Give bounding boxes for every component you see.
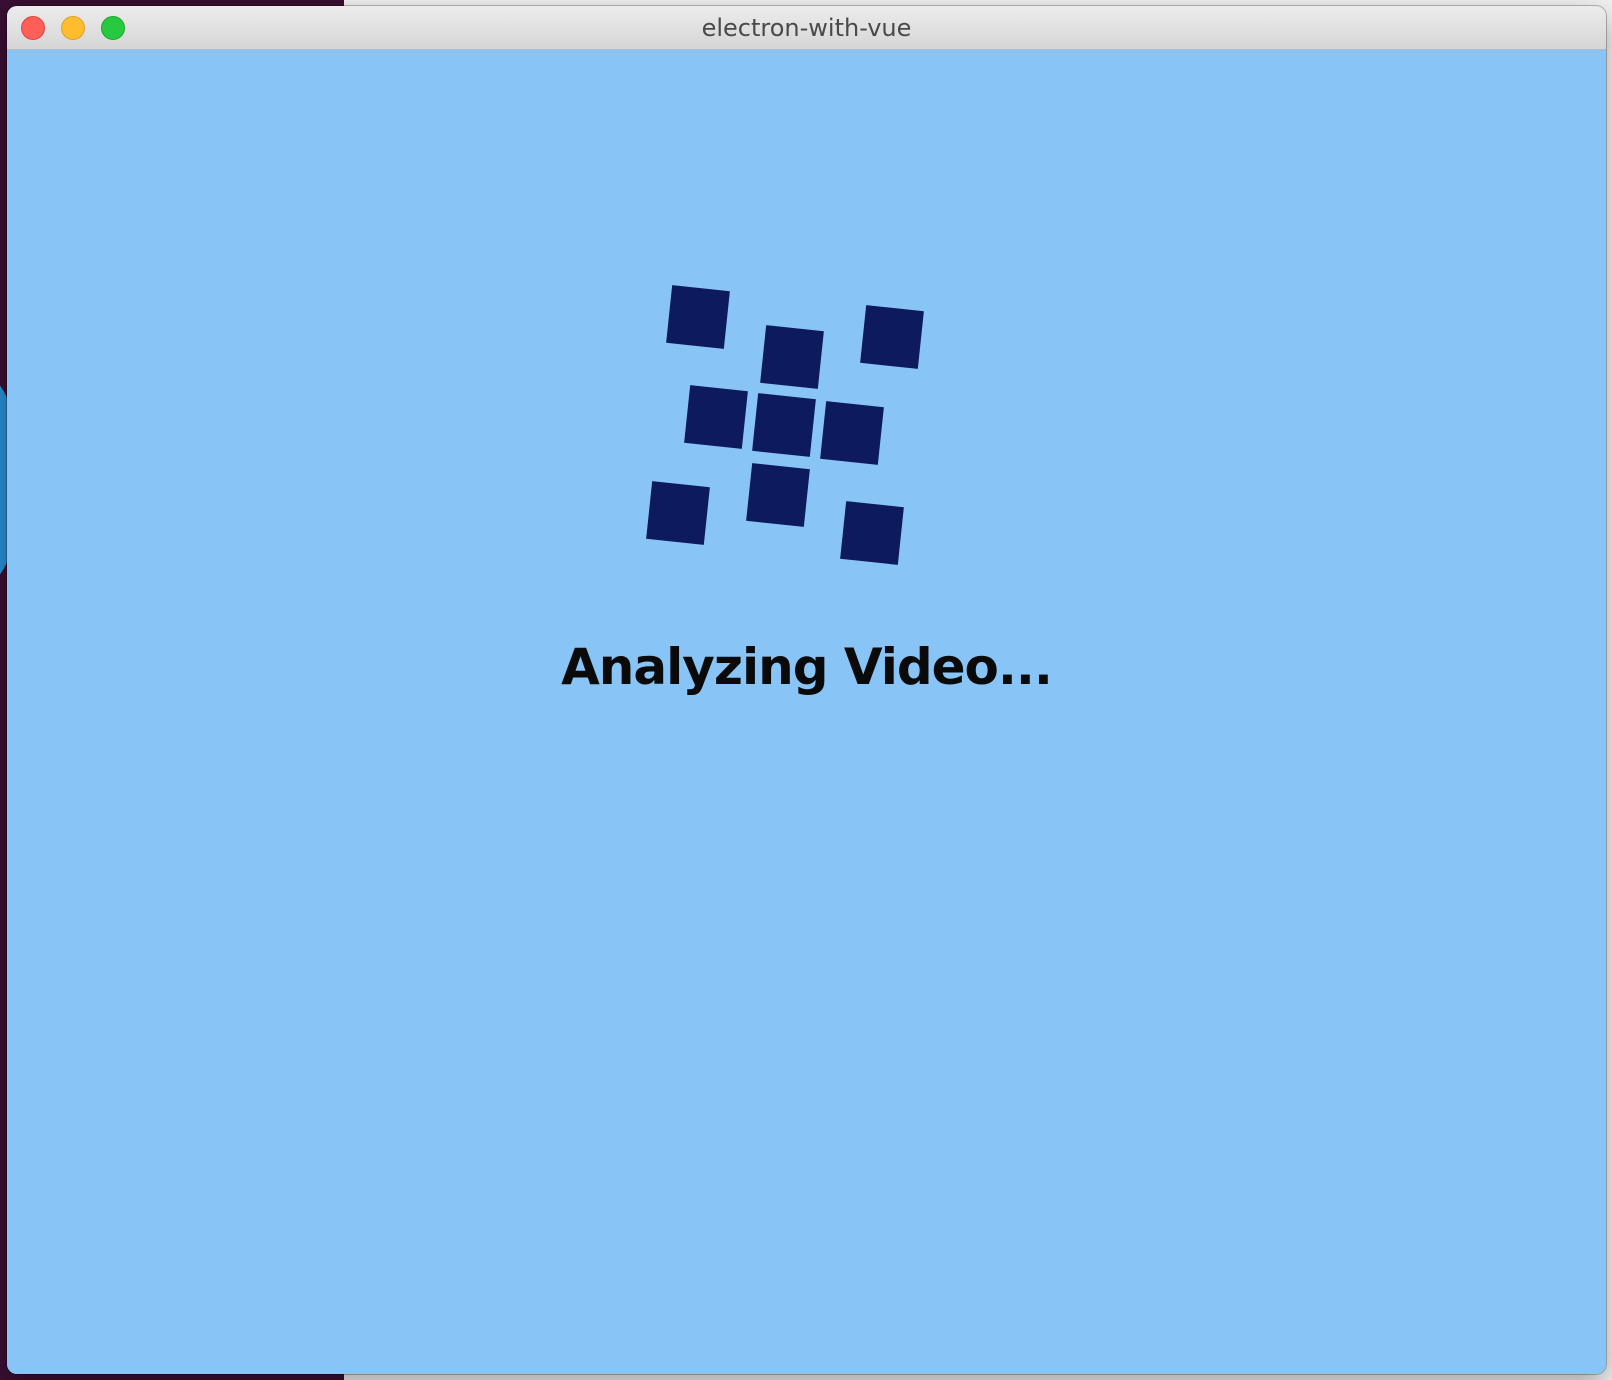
window-title: electron-with-vue xyxy=(701,14,912,42)
loader-cube xyxy=(646,481,710,545)
loader-cube xyxy=(746,463,810,527)
loader-cube xyxy=(684,385,748,449)
loader-cube xyxy=(820,401,884,465)
main-content: Analyzing Video... xyxy=(7,50,1606,1374)
title-bar[interactable]: electron-with-vue xyxy=(7,6,1606,50)
loader-cube xyxy=(752,393,816,457)
loader-cube xyxy=(760,325,824,389)
loader-cube xyxy=(666,285,730,349)
grid-cube-loader-icon xyxy=(607,230,967,590)
loader-cube xyxy=(840,501,904,565)
app-window: electron-with-vue Analyzing Video... xyxy=(7,6,1606,1374)
loader-cube xyxy=(860,305,924,369)
status-text: Analyzing Video... xyxy=(561,638,1053,696)
